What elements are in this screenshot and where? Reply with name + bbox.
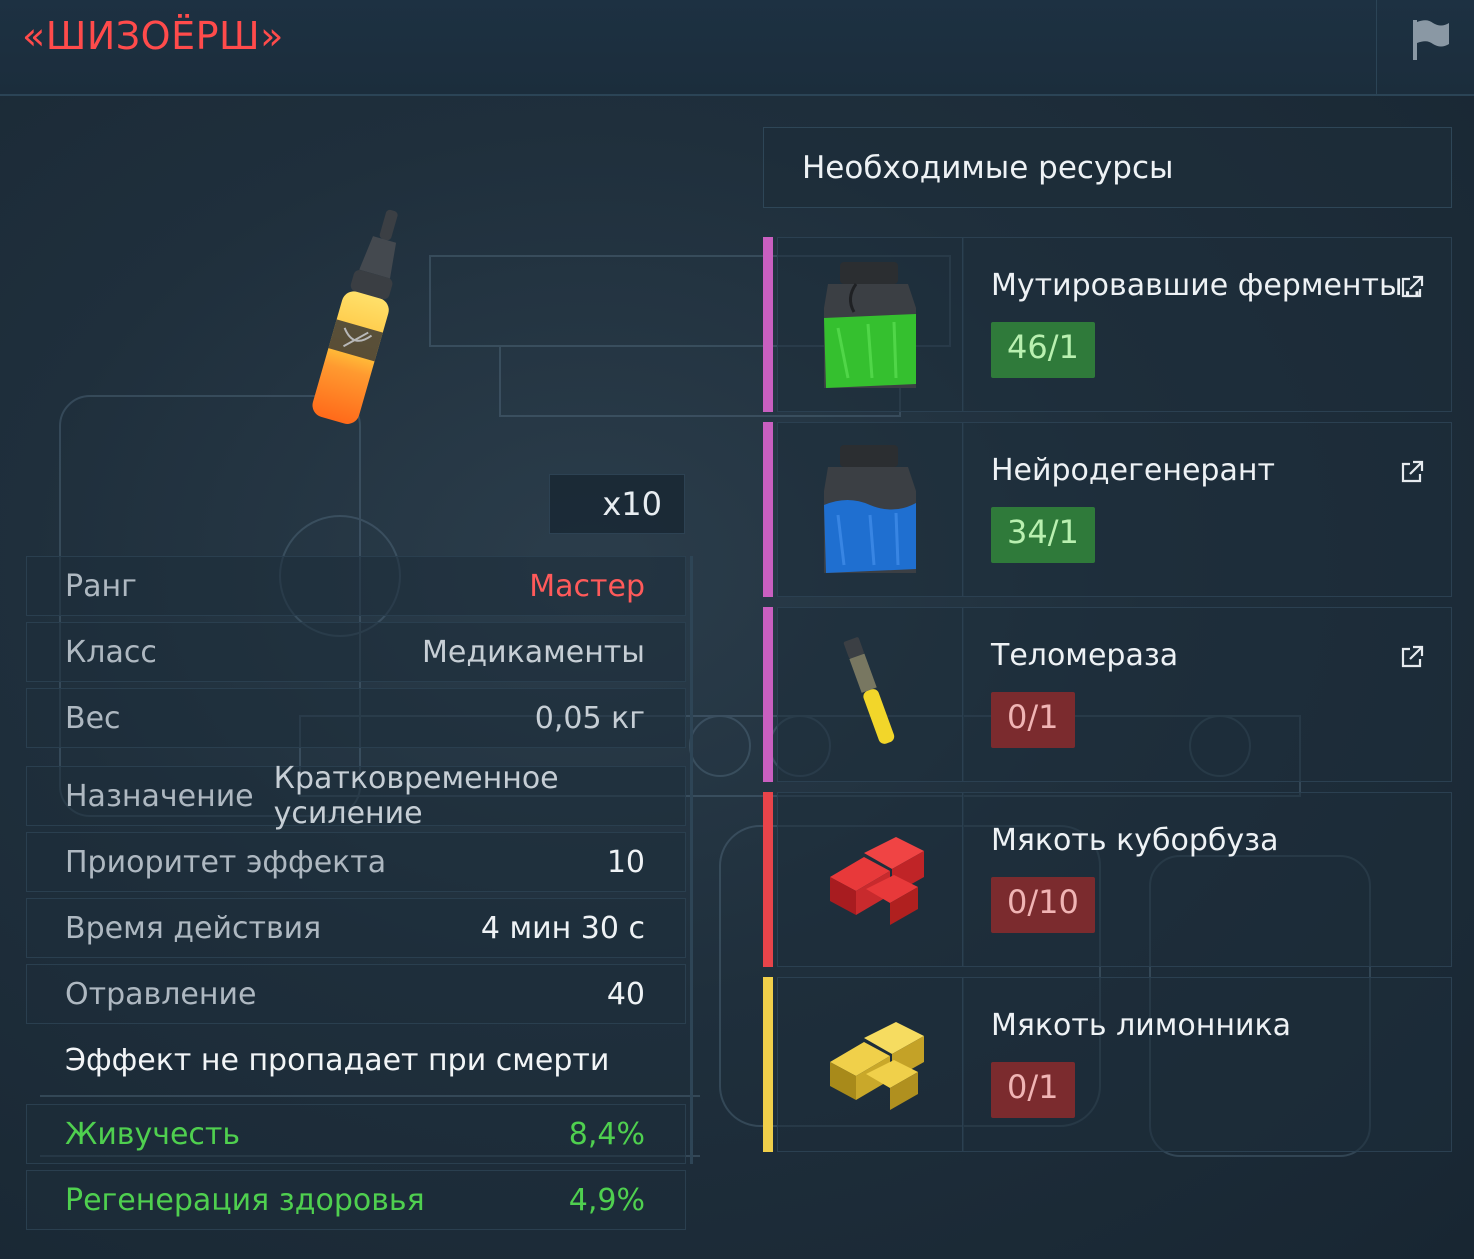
stat-value: 4 мин 30 с [480,910,645,946]
stat-label: Приоритет эффекта [65,844,387,880]
resource-info-cell: Нейродегенерант 34/1 [962,422,1452,597]
external-link-icon[interactable] [1399,274,1425,300]
stat-row-rank: Ранг Мастер [26,556,686,616]
ampoule-icon [312,209,398,424]
stat-value: 8,4% [568,1116,645,1152]
resource-name: Мякоть куборбуза [991,823,1279,858]
rarity-bar [763,237,773,412]
stat-value: 4,9% [568,1182,645,1218]
rarity-bar [763,792,773,967]
stat-label: Вес [65,700,121,736]
resource-amount-badge: 34/1 [991,507,1095,563]
resource-list: Мутировавшие ферменты.. 46/1 Нейродегене… [763,237,1452,1162]
stat-label: Время действия [65,910,322,946]
stat-note: Эффект не пропадает при смерти [65,1042,610,1078]
resource-item[interactable]: Теломераза 0/1 [763,607,1452,782]
header-bar: «ШИЗОЁРШ» [0,0,1474,96]
resource-info-cell: Мякоть куборбуза 0/10 [962,792,1452,967]
resource-image-cell [777,977,964,1152]
red-cubes-icon [830,837,924,925]
resource-item[interactable]: Мутировавшие ферменты.. 46/1 [763,237,1452,412]
stat-row-weight: Вес 0,05 кг [26,688,686,748]
stat-label: Отравление [65,976,257,1012]
resource-name: Мутировавшие ферменты.. [991,268,1422,303]
resource-name: Мякоть лимонника [991,1008,1291,1043]
stat-label: Живучесть [65,1116,241,1152]
resource-image-cell [777,607,964,782]
divider [690,556,693,1164]
blue-jar-icon [824,445,916,573]
resource-amount-badge: 0/1 [991,1062,1075,1118]
rarity-bar [763,977,773,1152]
flag-button[interactable] [1376,0,1474,94]
resource-info-cell: Мутировавшие ферменты.. 46/1 [962,237,1452,412]
stat-label: Ранг [65,568,137,604]
stat-value: 0,05 кг [534,700,645,736]
stat-row-vitality: Живучесть 8,4% [26,1104,686,1164]
stat-row-purpose: Назначение Кратковременное усиление [26,761,686,831]
stat-row-priority: Приоритет эффекта 10 [26,832,686,892]
resource-info-cell: Мякоть лимонника 0/1 [962,977,1452,1152]
external-link-icon[interactable] [1399,644,1425,670]
flag-icon [1413,20,1449,60]
resource-amount-badge: 0/1 [991,692,1075,748]
stat-value: 40 [606,976,645,1012]
stat-row-class: Класс Медикаменты [26,622,686,682]
resource-name: Нейродегенерант [991,453,1275,488]
stat-label: Класс [65,634,157,670]
stats-panel: Ранг Мастер Класс Медикаменты Вес 0,05 к… [26,556,686,1236]
yellow-cubes-icon [830,1022,924,1110]
stat-row-note: Эффект не пропадает при смерти [26,1030,686,1090]
resource-item[interactable]: Нейродегенерант 34/1 [763,422,1452,597]
resource-item[interactable]: Мякоть лимонника 0/1 [763,977,1452,1152]
item-title: «ШИЗОЁРШ» [22,14,284,58]
resource-item[interactable]: Мякоть куборбуза 0/10 [763,792,1452,967]
item-count: x10 [549,474,685,534]
stat-row-poison: Отравление 40 [26,964,686,1024]
resource-name: Теломераза [991,638,1179,673]
resource-image-cell [777,792,964,967]
stat-row-regen: Регенерация здоровья 4,9% [26,1170,686,1230]
test-tube-icon [843,637,895,744]
green-jar-icon [824,262,916,388]
stat-value: Мастер [529,568,645,604]
stat-row-duration: Время действия 4 мин 30 с [26,898,686,958]
rarity-bar [763,422,773,597]
stat-label: Регенерация здоровья [65,1182,425,1218]
stat-value: 10 [606,844,645,880]
rarity-bar [763,607,773,782]
stat-value: Медикаменты [422,634,645,670]
resources-header: Необходимые ресурсы [763,127,1452,208]
stat-label: Назначение [65,778,254,814]
stat-value: Кратковременное усиление [273,761,559,831]
resource-info-cell: Теломераза 0/1 [962,607,1452,782]
resource-amount-badge: 0/10 [991,877,1095,933]
resource-image-cell [777,422,964,597]
resource-amount-badge: 46/1 [991,322,1095,378]
resource-image-cell [777,237,964,412]
external-link-icon[interactable] [1399,459,1425,485]
